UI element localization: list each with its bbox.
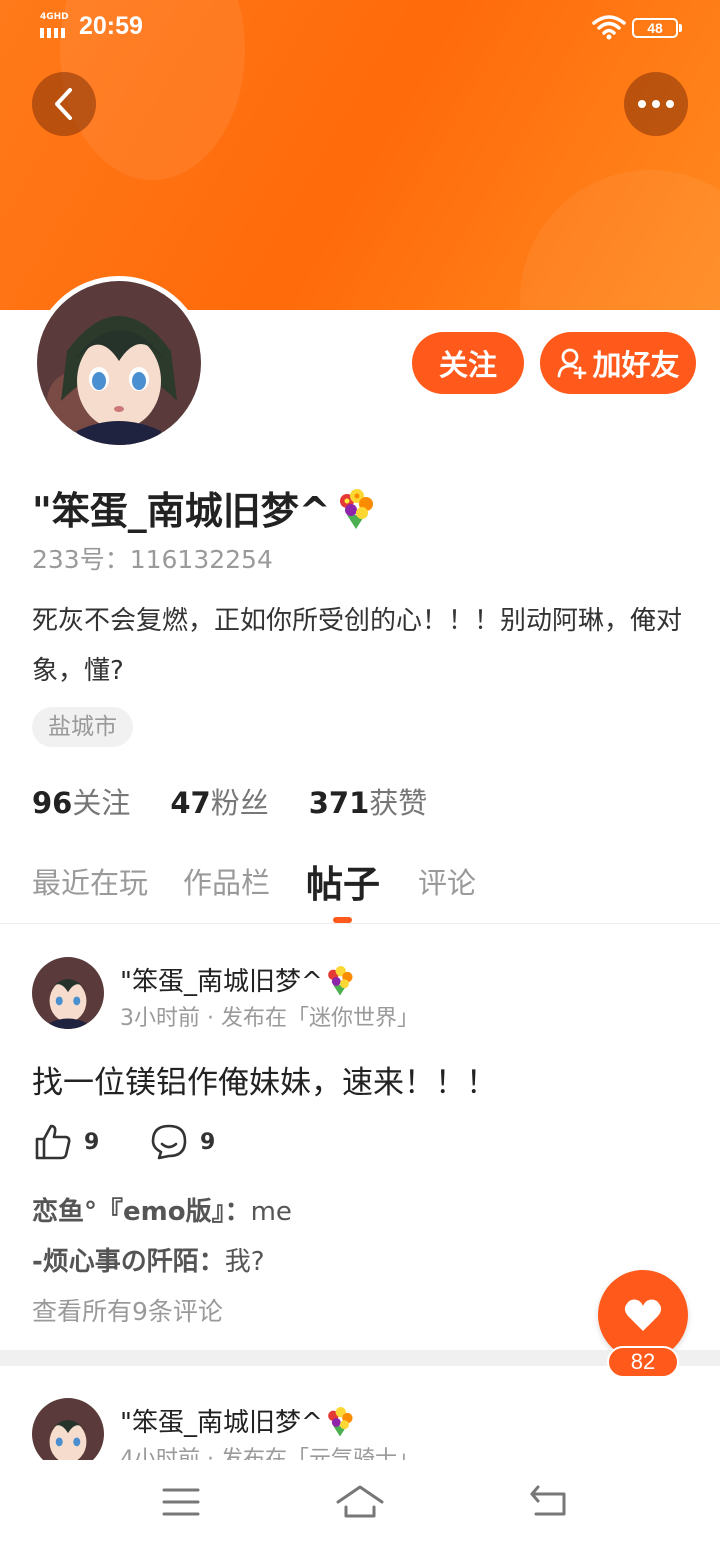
more-dots-icon	[638, 100, 674, 108]
status-bar: 4GHD 20:59 48	[0, 0, 720, 56]
chevron-left-icon	[55, 88, 72, 120]
post-like-button[interactable]: 9	[34, 1123, 99, 1161]
profile-avatar[interactable]	[32, 276, 206, 450]
like-count-badge: 82	[607, 1346, 679, 1378]
active-tab-indicator	[333, 917, 352, 923]
tab-comments[interactable]: 评论	[418, 860, 476, 902]
comment-preview[interactable]: -烦心事の阡陌：我?	[32, 1241, 265, 1278]
back-button[interactable]	[32, 72, 96, 136]
system-nav-bar	[0, 1460, 720, 1544]
signal-icon: 4GHD	[38, 12, 72, 40]
menu-icon[interactable]	[156, 1482, 206, 1522]
profile-bio: 死灰不会复燃，正如你所受创的心！！！别动阿琳，俺对象，懂?	[32, 606, 683, 686]
flower-bouquet-icon	[339, 488, 373, 529]
home-icon[interactable]	[335, 1482, 385, 1522]
post-comment-button[interactable]: 9	[150, 1123, 215, 1161]
profile-page: 4GHD 20:59 48 关注 加好友 "笨蛋_南城旧梦^ 233号：1161…	[0, 0, 720, 1544]
profile-username: "笨蛋_南城旧梦^	[32, 480, 379, 535]
stat-following[interactable]: 96关注	[32, 780, 130, 822]
thumbs-up-icon	[35, 1124, 71, 1160]
heart-icon	[624, 1299, 662, 1331]
tab-works[interactable]: 作品栏	[183, 860, 270, 902]
post-author-avatar[interactable]	[32, 1398, 104, 1460]
post-author-name[interactable]: "笨蛋_南城旧梦^	[120, 961, 357, 998]
view-all-comments-link[interactable]: 查看所有9条评论	[32, 1292, 223, 1328]
network-type: 4GHD	[40, 12, 69, 22]
comment-preview[interactable]: 恋鱼°『emo版』：me	[32, 1191, 292, 1228]
profile-header-banner: 4GHD 20:59 48	[0, 0, 720, 310]
post-content[interactable]: 找一位镁铝作俺妹妹，速来！！！	[32, 1057, 497, 1102]
stat-likes: 371获赞	[308, 786, 428, 820]
add-friend-button[interactable]: 加好友	[540, 332, 696, 394]
add-friend-label: 加好友	[592, 348, 680, 382]
stat-followers[interactable]: 47粉丝	[170, 780, 268, 822]
follow-label: 关注	[438, 348, 497, 382]
post-meta: 4小时前 · 发布在「元气骑士」	[120, 1447, 419, 1460]
clock: 20:59	[79, 12, 143, 40]
user-id: 233号：116132254	[32, 545, 273, 574]
post-like-count: 9	[84, 1129, 100, 1155]
tab-recently-played[interactable]: 最近在玩	[32, 860, 148, 902]
battery-icon: 48	[632, 18, 682, 38]
follow-button[interactable]: 关注	[412, 332, 524, 394]
profile-tabs: 最近在玩 作品栏 帖子 评论	[0, 852, 720, 924]
post-comment-count: 9	[200, 1129, 216, 1155]
comment-bubble-icon	[151, 1124, 187, 1160]
tab-posts[interactable]: 帖子	[306, 854, 380, 908]
back-icon[interactable]	[524, 1482, 574, 1522]
wifi-icon	[592, 14, 626, 40]
post-card[interactable]: "笨蛋_南城旧梦^ 4小时前 · 发布在「元气骑士」	[0, 1366, 720, 1460]
post-author-name[interactable]: "笨蛋_南城旧梦^	[120, 1402, 357, 1439]
post-meta: 3小时前 · 发布在「迷你世界」	[120, 1006, 419, 1031]
location-tag[interactable]: 盐城市	[32, 707, 133, 747]
more-options-button[interactable]	[624, 72, 688, 136]
add-user-icon	[558, 348, 587, 379]
flower-bouquet-icon	[327, 965, 353, 996]
post-author-avatar[interactable]	[32, 957, 104, 1029]
profile-stats: 96关注 47粉丝 371获赞	[32, 780, 427, 822]
flower-bouquet-icon	[327, 1406, 353, 1437]
